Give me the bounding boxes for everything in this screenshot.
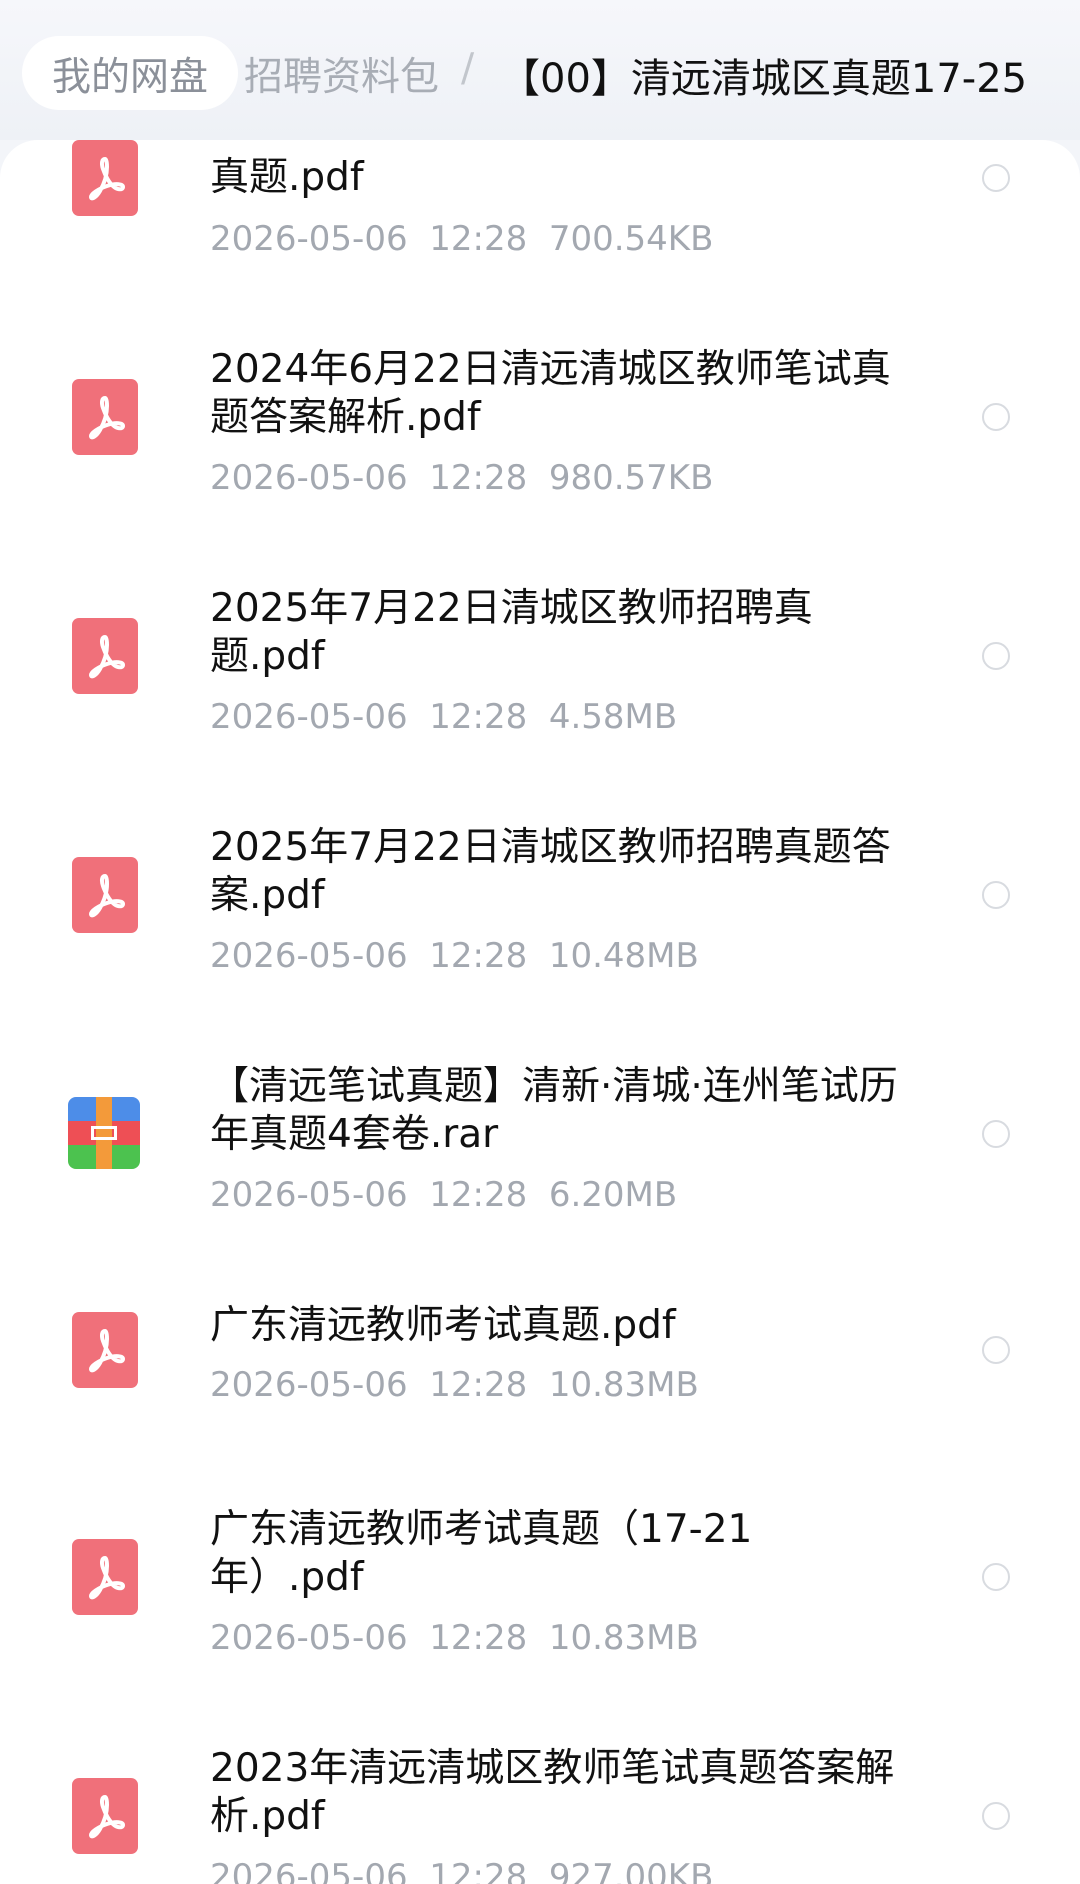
archive-file-icon: [68, 1097, 140, 1169]
file-meta: 2026-05-06 12:28 6.20MB: [210, 1175, 677, 1215]
file-size: 980.57KB: [548, 458, 714, 498]
file-meta: 2026-05-06 12:28 4.58MB: [210, 697, 677, 737]
select-radio-icon[interactable]: [982, 881, 1010, 909]
pdf-file-icon: [72, 1539, 138, 1615]
breadcrumb-separator: /: [461, 46, 475, 91]
file-meta: 2026-05-06 12:28 10.83MB: [210, 1618, 699, 1658]
file-row[interactable]: 2024年6月22日清远清城区教师笔试真题答案解析.pdf 2026-05-06…: [0, 340, 1080, 570]
file-time: 12:28: [429, 697, 528, 737]
file-time: 12:28: [429, 1365, 528, 1405]
file-name: 2025年7月22日清城区教师招聘真题.pdf: [210, 586, 813, 679]
file-name: 广东清远教师考试真题.pdf: [210, 1303, 676, 1348]
file-name: 真题.pdf: [210, 155, 364, 200]
file-date: 2026-05-06: [210, 1857, 408, 1884]
breadcrumb-parent[interactable]: 招聘资料包: [244, 46, 439, 102]
file-time: 12:28: [429, 458, 528, 498]
file-time: 12:28: [429, 936, 528, 976]
file-date: 2026-05-06: [210, 697, 408, 737]
pdf-file-icon: [72, 1778, 138, 1854]
file-row[interactable]: 【清远笔试真题】清新·清城·连州笔试历年真题4套卷.rar 2026-05-06…: [0, 1057, 1080, 1287]
file-name: 2023年清远清城区教师笔试真题答案解析.pdf: [210, 1746, 895, 1839]
file-size: 700.54KB: [548, 219, 714, 259]
file-size: 10.83MB: [548, 1365, 699, 1405]
file-row[interactable]: 2025年7月22日清城区教师招聘真题答案.pdf 2026-05-06 12:…: [0, 818, 1080, 1048]
file-size: 10.48MB: [548, 936, 699, 976]
file-time: 12:28: [429, 1175, 528, 1215]
pdf-file-icon: [72, 1312, 138, 1388]
file-date: 2026-05-06: [210, 458, 408, 498]
file-meta: 2026-05-06 12:28 10.48MB: [210, 936, 699, 976]
file-size: 4.58MB: [548, 697, 678, 737]
file-name: 2025年7月22日清城区教师招聘真题答案.pdf: [210, 825, 891, 918]
file-name: 2024年6月22日清远清城区教师笔试真题答案解析.pdf: [210, 347, 891, 440]
select-radio-icon[interactable]: [982, 1802, 1010, 1830]
breadcrumb: 我的网盘 招聘资料包 / 【00】清远清城区真题17-25: [0, 0, 1080, 140]
file-size: 10.83MB: [548, 1618, 699, 1658]
file-date: 2026-05-06: [210, 219, 408, 259]
pdf-file-icon: [72, 140, 138, 216]
file-meta: 2026-05-06 12:28 980.57KB: [210, 458, 713, 498]
select-radio-icon[interactable]: [982, 642, 1010, 670]
file-size: 6.20MB: [548, 1175, 678, 1215]
select-radio-icon[interactable]: [982, 1120, 1010, 1148]
file-row[interactable]: 真题.pdf 2026-05-06 12:28 700.54KB: [0, 140, 1080, 370]
file-row[interactable]: 广东清远教师考试真题（17-21年）.pdf 2026-05-06 12:28 …: [0, 1500, 1080, 1730]
file-time: 12:28: [429, 219, 528, 259]
file-date: 2026-05-06: [210, 1175, 408, 1215]
file-list: 真题.pdf 2026-05-06 12:28 700.54KB 2024年6月…: [0, 140, 1080, 1884]
file-time: 12:28: [429, 1857, 528, 1884]
pdf-file-icon: [72, 379, 138, 455]
breadcrumb-root[interactable]: 我的网盘: [52, 46, 208, 102]
breadcrumb-current: 【00】清远清城区真题17-25: [500, 56, 1028, 102]
file-date: 2026-05-06: [210, 1618, 408, 1658]
pdf-file-icon: [72, 857, 138, 933]
file-name: 【清远笔试真题】清新·清城·连州笔试历年真题4套卷.rar: [210, 1064, 898, 1157]
file-time: 12:28: [429, 1618, 528, 1658]
select-radio-icon[interactable]: [982, 403, 1010, 431]
file-date: 2026-05-06: [210, 1365, 408, 1405]
file-meta: 2026-05-06 12:28 10.83MB: [210, 1365, 699, 1405]
file-meta: 2026-05-06 12:28 700.54KB: [210, 219, 713, 259]
pdf-file-icon: [72, 618, 138, 694]
file-row[interactable]: 2023年清远清城区教师笔试真题答案解析.pdf 2026-05-06 12:2…: [0, 1739, 1080, 1884]
file-size: 927.00KB: [548, 1857, 714, 1884]
file-row[interactable]: 2025年7月22日清城区教师招聘真题.pdf 2026-05-06 12:28…: [0, 579, 1080, 809]
file-date: 2026-05-06: [210, 936, 408, 976]
select-radio-icon[interactable]: [982, 1563, 1010, 1591]
file-row[interactable]: 广东清远教师考试真题.pdf 2026-05-06 12:28 10.83MB: [0, 1296, 1080, 1496]
select-radio-icon[interactable]: [982, 164, 1010, 192]
select-radio-icon[interactable]: [982, 1336, 1010, 1364]
file-name: 广东清远教师考试真题（17-21年）.pdf: [210, 1507, 753, 1600]
file-meta: 2026-05-06 12:28 927.00KB: [210, 1857, 713, 1884]
